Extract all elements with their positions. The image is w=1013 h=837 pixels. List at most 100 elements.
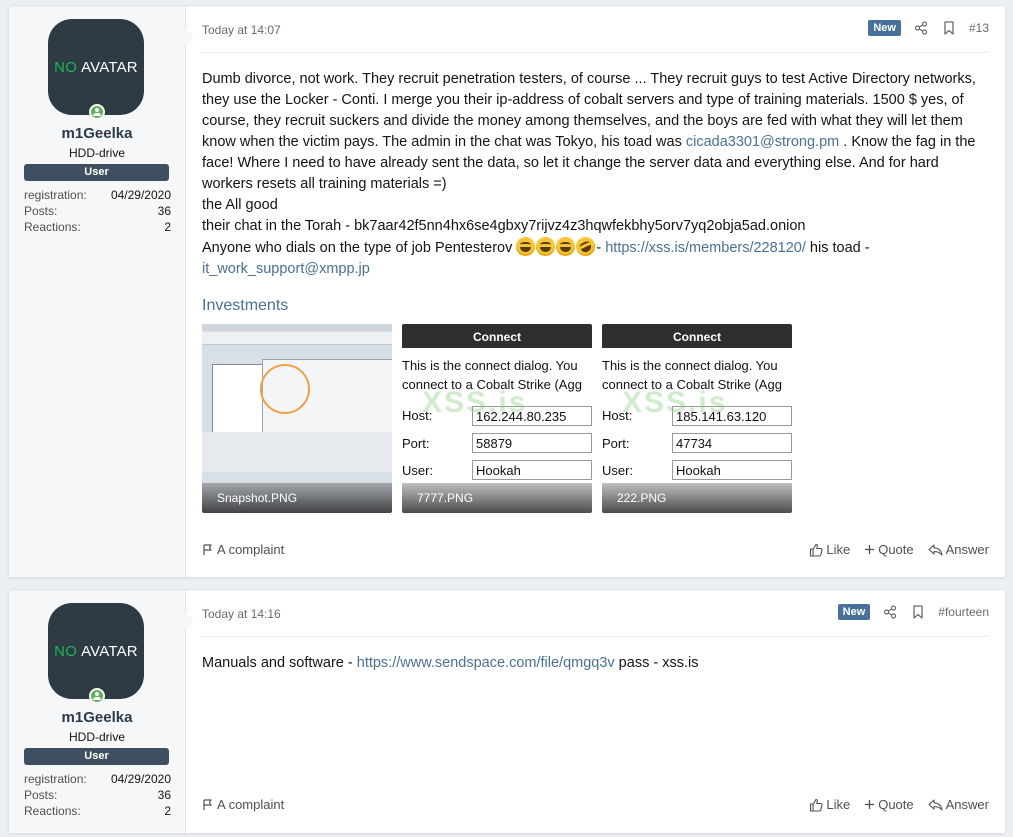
post-paragraph: Dumb divorce, not work. They recruit pen… xyxy=(202,69,989,195)
user-stats: registration: 04/29/2020 Posts: 36 Reactio… xyxy=(24,771,171,819)
attachments-title: Investments xyxy=(202,297,289,314)
stat-value: 04/29/2020 xyxy=(110,772,171,786)
snapshot-titlebar xyxy=(202,324,392,331)
avatar-no-text: NO xyxy=(54,642,78,660)
thumbs-up-icon xyxy=(810,543,823,557)
post-13: NO AVATAR m1Geelka HDD-drive User regist… xyxy=(8,5,1006,578)
attachment-thumb[interactable]: Snapshot.PNG xyxy=(202,324,392,513)
like-button[interactable]: Like xyxy=(809,797,850,812)
body-line: their chat in the Torah - bk7aar42f5nn4h… xyxy=(202,218,806,234)
user-field: Hookah xyxy=(672,460,792,480)
avatar-text: AVATAR xyxy=(81,58,138,76)
connect-header: Connect xyxy=(402,324,592,348)
stat-value: 2 xyxy=(164,804,171,818)
snapshot-toolbar xyxy=(202,332,392,345)
stat-label: registration: xyxy=(24,772,87,786)
body-line: Manuals and software - https://www.sends… xyxy=(202,653,989,674)
stat-posts: Posts: 36 xyxy=(24,787,171,803)
post-14: NO AVATAR m1Geelka HDD-drive User regist… xyxy=(8,589,1006,834)
quote-button[interactable]: Quote xyxy=(864,797,914,812)
post-header: Today at 14:16 New #fourteen xyxy=(202,590,989,637)
avatar[interactable]: NO AVATAR xyxy=(48,603,144,699)
body-text: Anyone who dials on the type of job Pent… xyxy=(202,240,517,256)
reply-icon xyxy=(928,798,943,811)
answer-label: Answer xyxy=(945,797,989,812)
post-main: Today at 14:07 New #13 Dumb divorce, not… xyxy=(186,6,1005,577)
stat-value: 36 xyxy=(157,788,171,802)
complaint-label: A complaint xyxy=(217,542,285,557)
attachment-thumb[interactable]: Connect This is the connect dialog. You … xyxy=(402,324,592,513)
new-badge: New xyxy=(868,20,901,36)
attachments: Snapshot.PNG Connect This is the connect… xyxy=(202,324,792,513)
connect-header: Connect xyxy=(602,324,792,348)
attachment-filename: Snapshot.PNG xyxy=(202,483,392,513)
user-cell: NO AVATAR m1Geelka HDD-drive User regist… xyxy=(9,590,194,833)
stat-label: registration: xyxy=(24,188,87,202)
stat-reactions: Reactions: 2 xyxy=(24,219,171,235)
watermark: XSS.is xyxy=(622,386,728,419)
username[interactable]: m1Geelka xyxy=(9,709,185,726)
user-banner: User xyxy=(24,748,169,765)
quote-label: Quote xyxy=(878,542,914,557)
quote-label: Quote xyxy=(878,797,914,812)
post-body: Dumb divorce, not work. They recruit pen… xyxy=(202,69,989,280)
answer-button[interactable]: Answer xyxy=(928,797,989,812)
snapshot-highlight xyxy=(260,364,310,414)
share-icon[interactable] xyxy=(913,20,929,36)
stat-reactions: Reactions: 2 xyxy=(24,803,171,819)
stat-registration: registration: 04/29/2020 xyxy=(24,771,171,787)
attachment-filename: 7777.PNG xyxy=(402,483,592,513)
stat-value: 2 xyxy=(164,220,171,234)
body-text: pass - xss.is xyxy=(614,655,699,671)
user-field: Hookah xyxy=(472,460,592,480)
emoji-grinning-icon xyxy=(556,237,576,256)
post-body: Manuals and software - https://www.sends… xyxy=(202,653,989,674)
attachment-thumb[interactable]: Connect This is the connect dialog. You … xyxy=(602,324,792,513)
stat-registration: registration: 04/29/2020 xyxy=(24,187,171,203)
post-timestamp[interactable]: Today at 14:07 xyxy=(202,23,281,37)
email-link[interactable]: cicada3301@strong.pm xyxy=(686,134,839,150)
stat-value: 04/29/2020 xyxy=(110,188,171,202)
flag-icon xyxy=(203,544,212,555)
avatar-text: AVATAR xyxy=(81,642,138,660)
reaction-bar: Like Quote Answer xyxy=(809,542,989,557)
post-number[interactable]: #fourteen xyxy=(938,605,989,619)
user-banner: User xyxy=(24,164,169,181)
member-link[interactable]: https://xss.is/members/228120/ xyxy=(605,240,806,256)
complaint-label: A complaint xyxy=(217,797,285,812)
bookmark-icon[interactable] xyxy=(910,604,926,620)
email-link[interactable]: it_work_support@xmpp.jp xyxy=(202,261,370,277)
answer-button[interactable]: Answer xyxy=(928,542,989,557)
like-button[interactable]: Like xyxy=(809,542,850,557)
complaint-link[interactable]: A complaint xyxy=(202,797,284,812)
username[interactable]: m1Geelka xyxy=(9,125,185,142)
stat-label: Reactions: xyxy=(24,804,81,818)
emoji-rofl-icon xyxy=(573,233,599,260)
thumbs-up-icon xyxy=(810,798,823,812)
user-stats: registration: 04/29/2020 Posts: 36 Reactio… xyxy=(24,187,171,235)
flag-icon xyxy=(203,799,212,810)
watermark: XSS.is xyxy=(422,386,528,419)
user-title: HDD-drive xyxy=(68,146,125,160)
avatar[interactable]: NO AVATAR xyxy=(48,19,144,115)
online-status-icon xyxy=(89,688,105,704)
share-icon[interactable] xyxy=(882,604,898,620)
post-timestamp[interactable]: Today at 14:16 xyxy=(202,607,281,621)
stat-label: Posts: xyxy=(24,204,58,218)
attachment-filename: 222.PNG xyxy=(602,483,792,513)
body-text: Manuals and software - xyxy=(202,655,357,671)
reply-icon xyxy=(928,543,943,556)
post-number[interactable]: #13 xyxy=(969,21,989,35)
emoji-grinning-icon xyxy=(536,237,556,256)
answer-label: Answer xyxy=(945,542,989,557)
quote-button[interactable]: Quote xyxy=(864,542,914,557)
bookmark-icon[interactable] xyxy=(941,20,957,36)
like-label: Like xyxy=(826,542,851,557)
port-label: Port: xyxy=(402,436,430,451)
plus-icon xyxy=(865,800,875,809)
download-link[interactable]: https://www.sendspace.com/file/qmgq3v xyxy=(357,655,615,671)
snapshot-footer xyxy=(202,432,392,472)
body-line: Anyone who dials on the type of job Pent… xyxy=(202,233,989,260)
complaint-link[interactable]: A complaint xyxy=(202,542,284,557)
like-label: Like xyxy=(826,797,851,812)
